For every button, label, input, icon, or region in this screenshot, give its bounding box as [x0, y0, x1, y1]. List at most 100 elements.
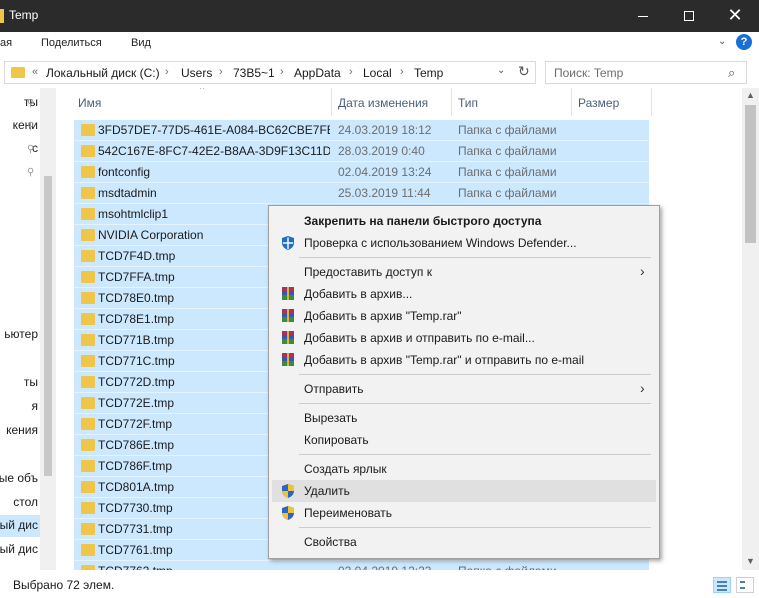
chevron-right-icon[interactable]: ›	[349, 66, 353, 78]
chevron-right-icon[interactable]: ›	[280, 66, 284, 78]
uac-shield-icon	[282, 484, 294, 498]
vertical-scrollbar[interactable]: ▲ ▼	[742, 88, 759, 570]
menu-label: Проверка с использованием Windows Defend…	[304, 236, 577, 250]
file-name: TCD801A.tmp	[98, 480, 175, 494]
chevron-down-icon[interactable]: ⌄	[497, 65, 505, 76]
sort-ascending-icon: ^	[200, 88, 205, 94]
menu-item-defender-scan[interactable]: Проверка с использованием Windows Defend…	[272, 232, 656, 254]
scroll-down-icon[interactable]: ▼	[746, 556, 755, 566]
menu-item-rename[interactable]: Переименовать	[272, 502, 656, 524]
folder-icon	[81, 523, 95, 535]
table-row[interactable]: 3FD57DE7-77D5-461E-A084-BC62CBE7FE... 24.…	[74, 120, 649, 141]
menu-item-add-archive[interactable]: Добавить в архив...	[272, 283, 656, 305]
table-row[interactable]: msdtadmin 25.03.2019 11:44 Папка с файлами	[74, 183, 649, 204]
menu-item-add-archive-email[interactable]: Добавить в архив и отправить по e-mail..…	[272, 327, 656, 349]
chevron-right-icon[interactable]: ›	[219, 66, 223, 78]
tab-share[interactable]: Поделиться	[41, 37, 102, 49]
scroll-thumb[interactable]	[44, 176, 52, 476]
close-button[interactable]: ✕	[712, 0, 758, 32]
menu-item-delete[interactable]: Удалить	[272, 480, 656, 502]
selection-count: Выбрано 72 элем.	[13, 578, 115, 592]
menu-item-cut[interactable]: Вырезать	[272, 407, 656, 429]
large-icons-view-button[interactable]	[736, 577, 754, 593]
file-name: msohtmlclip1	[98, 207, 169, 221]
menu-item-share[interactable]: Предоставить доступ к ›	[272, 261, 656, 283]
pin-icon: ⚲	[27, 121, 35, 132]
menu-label: Добавить в архив "Temp.rar" и отправить …	[304, 353, 585, 367]
folder-icon	[81, 334, 95, 346]
nav-item[interactable]: ты	[0, 372, 40, 394]
menu-item-add-temp-rar[interactable]: Добавить в архив "Temp.rar"	[272, 305, 656, 327]
column-size[interactable]: Размер	[578, 96, 619, 110]
column-divider[interactable]	[331, 88, 332, 116]
file-name: TCD771C.tmp	[98, 354, 175, 368]
nav-item[interactable]: ые объ	[0, 468, 40, 490]
context-menu: Закрепить на панели быстрого доступа Про…	[268, 205, 660, 559]
ribbon-expand-icon[interactable]: ⌄	[718, 36, 726, 47]
breadcrumb-temp[interactable]: Temp	[414, 66, 443, 80]
file-date: 24.03.2019 18:12	[338, 123, 432, 137]
table-row[interactable]: 542C167E-8FC7-42E2-B8AA-3D9F13C11D... 28.…	[74, 141, 649, 162]
menu-item-properties[interactable]: Свойства	[272, 531, 656, 553]
details-view-button[interactable]	[713, 577, 731, 593]
scroll-up-icon[interactable]: ▲	[746, 90, 755, 100]
nav-item-desktop[interactable]: стол	[0, 492, 40, 514]
breadcrumb-local-disk[interactable]: Локальный диск (C:)	[46, 66, 160, 80]
file-name: TCD772D.tmp	[98, 375, 175, 389]
chevron-right-icon[interactable]: ›	[400, 66, 404, 78]
menu-item-copy[interactable]: Копировать	[272, 429, 656, 451]
breadcrumb-local[interactable]: Local	[363, 66, 392, 80]
file-name: TCD7731.tmp	[98, 522, 173, 536]
breadcrumb-users[interactable]: Users	[181, 66, 212, 80]
uac-shield-icon	[282, 506, 294, 520]
table-row[interactable]: TCD7762.tmp02.04.2019 12:23Папка с файла…	[74, 561, 649, 570]
search-input[interactable]: Поиск: Temp ⌕	[545, 61, 747, 84]
menu-label: Копировать	[304, 433, 369, 447]
folder-icon	[81, 208, 95, 220]
nav-scrollbar[interactable]	[40, 88, 56, 570]
tab-view[interactable]: Вид	[131, 37, 151, 49]
nav-item-local-disk-2[interactable]: ый дис	[0, 539, 40, 561]
file-name: TCD7761.tmp	[98, 543, 173, 557]
menu-item-pin[interactable]: Закрепить на панели быстрого доступа	[272, 210, 656, 232]
column-divider[interactable]	[451, 88, 452, 116]
column-divider[interactable]	[651, 88, 652, 116]
maximize-button[interactable]	[666, 0, 712, 32]
refresh-icon[interactable]: ↻	[518, 63, 530, 80]
file-name: 542C167E-8FC7-42E2-B8AA-3D9F13C11D...	[98, 144, 330, 158]
nav-item-local-disk[interactable]: ый дис	[0, 515, 40, 537]
file-name: TCD78E0.tmp	[98, 291, 175, 305]
menu-item-send-to[interactable]: Отправить ›	[272, 378, 656, 400]
menu-separator	[299, 403, 651, 404]
column-header: ^ Имя Дата изменения Тип Размер	[74, 88, 654, 120]
file-name: fontconfig	[98, 165, 151, 179]
folder-icon	[0, 9, 4, 23]
file-name: TCD7730.tmp	[98, 501, 173, 515]
nav-item[interactable]: я	[0, 396, 40, 418]
chevron-right-icon: ›	[640, 263, 645, 279]
breadcrumb-user[interactable]: 73B5~1	[233, 66, 275, 80]
scroll-thumb[interactable]	[745, 105, 756, 243]
column-type[interactable]: Тип	[458, 96, 478, 110]
menu-label: Переименовать	[304, 506, 392, 520]
help-icon[interactable]: ?	[736, 34, 752, 50]
file-name: TCD7FFA.tmp	[98, 270, 175, 284]
tab-home[interactable]: ая	[0, 37, 12, 49]
column-divider[interactable]	[571, 88, 572, 116]
minimize-button[interactable]	[620, 0, 666, 32]
file-name: NVIDIA Corporation	[98, 228, 204, 242]
column-name[interactable]: Имя	[78, 96, 101, 110]
nav-item[interactable]: кения	[0, 420, 40, 442]
chevron-right-icon[interactable]: ›	[165, 66, 169, 78]
table-row[interactable]: fontconfig 02.04.2019 13:24 Папка с файлам…	[74, 162, 649, 183]
breadcrumb-appdata[interactable]: AppData	[294, 66, 341, 80]
winrar-icon	[282, 331, 294, 344]
menu-item-add-temp-rar-email[interactable]: Добавить в архив "Temp.rar" и отправить …	[272, 349, 656, 371]
overflow-icon[interactable]: «	[32, 66, 38, 78]
menu-item-create-shortcut[interactable]: Создать ярлык	[272, 458, 656, 480]
column-date[interactable]: Дата изменения	[338, 96, 428, 110]
file-type: Папка с файлами	[458, 123, 557, 137]
nav-item-this-pc[interactable]: ьютер	[0, 324, 40, 346]
folder-icon	[81, 439, 95, 451]
address-bar[interactable]: « Локальный диск (C:) › Users › 73B5~1 ›…	[4, 61, 536, 84]
